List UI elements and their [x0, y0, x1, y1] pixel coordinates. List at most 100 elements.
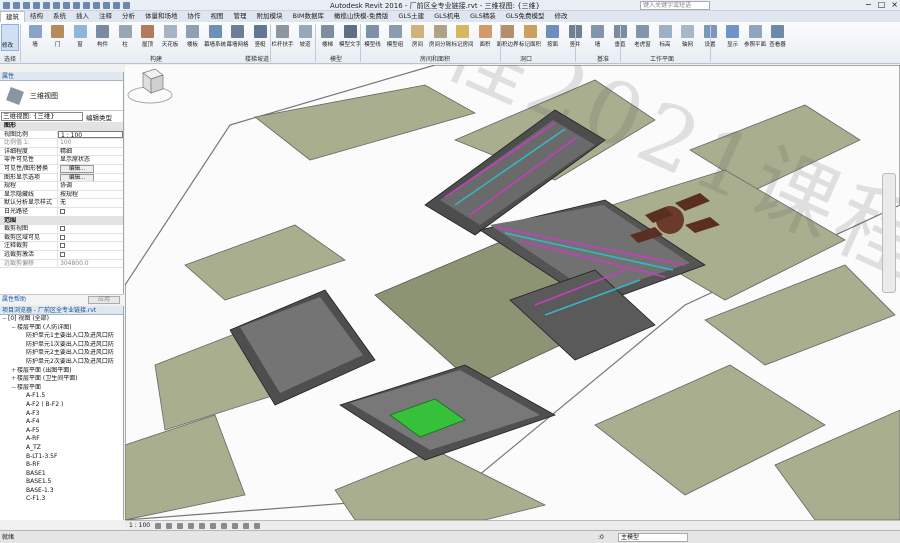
ribbon-tool[interactable]: 标记房间: [452, 24, 474, 52]
save-icon[interactable]: [23, 1, 30, 9]
property-value[interactable]: 1 : 100: [58, 130, 123, 139]
browser-node[interactable]: A-F2 ( B-F2 ): [0, 401, 123, 410]
ribbon-tool[interactable]: 房间分隔: [429, 24, 451, 52]
temporary-hide-icon[interactable]: [243, 522, 250, 529]
browser-node[interactable]: −楼层平面: [0, 384, 123, 393]
switch-window-icon[interactable]: [123, 1, 130, 9]
ribbon-tool[interactable]: 老虎窗: [632, 24, 654, 52]
ribbon-tool[interactable]: 墙: [24, 24, 46, 52]
ribbon-tool[interactable]: 参照平面: [744, 24, 766, 52]
3d-viewport[interactable]: 优秀工程2021课程设计大赛: [125, 65, 900, 520]
ribbon-tool[interactable]: 坡道: [294, 24, 316, 52]
browser-node[interactable]: +楼层平面 (出图平面): [0, 367, 123, 376]
property-checkbox[interactable]: [60, 208, 65, 214]
browser-node[interactable]: A-F1.5: [0, 392, 123, 401]
browser-node[interactable]: C-F1.3: [0, 495, 123, 504]
undo-icon[interactable]: [33, 1, 40, 9]
property-group[interactable]: 图形: [0, 122, 123, 131]
shadows-icon[interactable]: [188, 522, 195, 529]
ribbon-tab[interactable]: GLS免费模型: [501, 11, 550, 22]
ribbon-tab[interactable]: 结构: [25, 11, 48, 22]
instance-select[interactable]: 三维视图: {三维}: [1, 112, 83, 121]
edit-button[interactable]: 编辑...: [60, 164, 95, 173]
ribbon-tool[interactable]: 窗: [69, 24, 91, 52]
ribbon-tool[interactable]: 模型组: [384, 24, 406, 52]
thin-lines-icon[interactable]: [103, 1, 110, 9]
ribbon-tool[interactable]: 构件: [92, 24, 114, 52]
property-checkbox[interactable]: [60, 243, 65, 249]
browser-node[interactable]: BASE1: [0, 470, 123, 479]
ribbon-tool[interactable]: 门: [47, 24, 69, 52]
property-checkbox[interactable]: [60, 226, 65, 232]
detail-level-icon[interactable]: [155, 522, 162, 529]
3d-view-icon[interactable]: [83, 1, 90, 9]
view-scale[interactable]: 1 : 100: [129, 522, 150, 529]
visual-style-icon[interactable]: [166, 522, 173, 529]
ribbon-tool[interactable]: 按面: [542, 24, 564, 52]
redo-icon[interactable]: [43, 1, 50, 9]
ribbon-tool[interactable]: 模型线: [362, 24, 384, 52]
ribbon-tab[interactable]: GLS土建: [393, 11, 429, 22]
ribbon-tab[interactable]: 管理: [229, 11, 252, 22]
browser-node[interactable]: BASE-1.3: [0, 487, 123, 496]
ribbon-tab[interactable]: BIM数据库: [288, 11, 329, 22]
ribbon-tab[interactable]: GLS机电: [429, 11, 465, 22]
close-hidden-icon[interactable]: [113, 1, 120, 9]
ribbon-tab[interactable]: 插入: [71, 11, 94, 22]
browser-node[interactable]: B-LT1-3.5F: [0, 453, 123, 462]
ribbon-tool[interactable]: 轴网: [677, 24, 699, 52]
viewcube[interactable]: [125, 65, 175, 105]
model-select[interactable]: 主模型: [618, 533, 688, 542]
ribbon-tool[interactable]: 显示: [722, 24, 744, 52]
ribbon-tab[interactable]: 修改: [550, 11, 573, 22]
browser-node[interactable]: 防护单元2主要出入口及进风口防: [0, 349, 123, 358]
browser-node[interactable]: B-RF: [0, 461, 123, 470]
property-value[interactable]: 无: [58, 199, 123, 207]
reveal-hidden-icon[interactable]: [254, 522, 261, 529]
ribbon-tab[interactable]: 系统: [48, 11, 71, 22]
maximize-button[interactable]: □: [878, 0, 886, 9]
lock-view-icon[interactable]: [232, 522, 239, 529]
browser-node[interactable]: A-RF: [0, 435, 123, 444]
property-value[interactable]: 按规程: [58, 191, 123, 199]
ribbon-tool[interactable]: 查看器: [767, 24, 789, 52]
ribbon-tool[interactable]: 面积: [474, 24, 496, 52]
sun-path-icon[interactable]: [177, 522, 184, 529]
minimize-button[interactable]: −: [865, 0, 872, 9]
ribbon-tab[interactable]: 协作: [183, 11, 206, 22]
ribbon-tool[interactable]: 标记面积: [519, 24, 541, 52]
open-icon[interactable]: [13, 1, 20, 9]
ribbon-tab[interactable]: 建筑: [0, 10, 25, 23]
ribbon-tab[interactable]: 体量和场地: [140, 11, 183, 22]
ribbon-tab[interactable]: 视图: [206, 11, 229, 22]
browser-node[interactable]: 防护单元1次要出入口及进风口防: [0, 341, 123, 350]
browser-node[interactable]: BASE1.5: [0, 478, 123, 487]
browser-node[interactable]: A-F4: [0, 418, 123, 427]
ribbon-tool[interactable]: 房间: [407, 24, 429, 52]
site-model-scene[interactable]: [125, 65, 900, 520]
ribbon-tool[interactable]: 柱: [114, 24, 136, 52]
search-input[interactable]: 键入关键字或短语: [640, 1, 710, 10]
property-value[interactable]: 协调: [58, 182, 123, 190]
ribbon-tab[interactable]: 注释: [94, 11, 117, 22]
apply-button[interactable]: 应用: [88, 296, 120, 304]
browser-node[interactable]: 防护单元2次要出入口及进风口防: [0, 358, 123, 367]
ribbon-tool[interactable]: 标高: [654, 24, 676, 52]
ribbon-tab[interactable]: 附加模块: [252, 11, 288, 22]
ribbon-tool[interactable]: 楼梯: [317, 24, 339, 52]
browser-node[interactable]: +楼层平面 (卫生间平面): [0, 375, 123, 384]
navigation-bar[interactable]: [882, 173, 896, 293]
close-button[interactable]: ×: [891, 0, 898, 9]
section-icon[interactable]: [93, 1, 100, 9]
property-checkbox[interactable]: [60, 234, 65, 240]
edit-button[interactable]: 编辑...: [60, 173, 95, 182]
browser-node[interactable]: 防护单元1主要出入口及进风口防: [0, 332, 123, 341]
measure-icon[interactable]: [63, 1, 70, 9]
crop-view-icon[interactable]: [210, 522, 217, 529]
browser-node[interactable]: A-F3: [0, 410, 123, 419]
edit-type-button[interactable]: 编辑类型: [86, 112, 112, 122]
property-checkbox[interactable]: [60, 251, 65, 257]
ribbon-tool[interactable]: 天花板: [159, 24, 181, 52]
browser-node[interactable]: A-F5: [0, 427, 123, 436]
ribbon-tool[interactable]: 屋顶: [137, 24, 159, 52]
